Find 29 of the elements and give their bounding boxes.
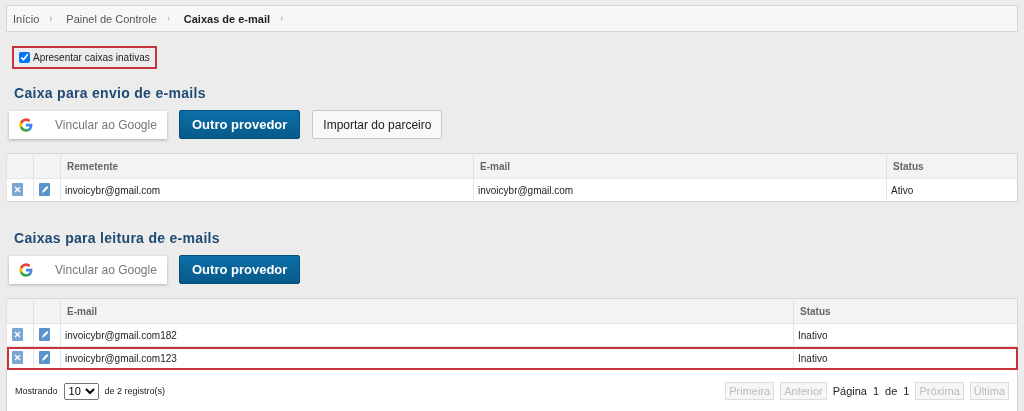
table-row[interactable]: invoicybr@gmail.com123 Inativo [6,346,1018,370]
of-label: de [885,385,898,397]
page-size-select[interactable]: 10 [63,382,99,400]
table-cell: Inativo [793,346,1018,370]
column-header: Status [886,153,1018,179]
column-header: Status [793,298,1018,324]
other-provider-button[interactable]: Outro provedor [179,110,301,139]
table-cell: invoicybr@gmail.com182 [60,323,794,347]
column-header: E-mail [60,298,794,324]
table-row[interactable]: invoicybr@gmail.com182 Inativo [6,323,1018,347]
showing-label: Mostrando [15,386,58,396]
table-cell: invoicybr@gmail.com123 [60,346,794,370]
column-header: E-mail [473,153,887,179]
page-number: 1 [873,385,880,397]
table-cell: Inativo [793,323,1018,347]
section-title: Caixas para leitura de e-mails [14,230,221,246]
google-link-button[interactable]: Vincular ao Google [9,255,167,284]
google-link-button[interactable]: Vincular ao Google [9,110,167,139]
table-cell: Ativo [886,178,1018,202]
column-header: Remetente [60,153,474,179]
other-provider-button[interactable]: Outro provedor [179,255,301,284]
page-label: Página [832,385,867,397]
table-row[interactable]: invoicybr@gmail.com invoicybr@gmail.com Ativo [6,178,1018,202]
table-cell: invoicybr@gmail.com [60,178,474,202]
records-count: de 2 registro(s) [104,386,166,396]
table-cell: invoicybr@gmail.com [473,178,887,202]
page-total: 1 [903,385,910,397]
section-title: Caixa para envio de e-mails [14,85,207,101]
import-button[interactable]: Importar do parceiro [312,110,443,139]
